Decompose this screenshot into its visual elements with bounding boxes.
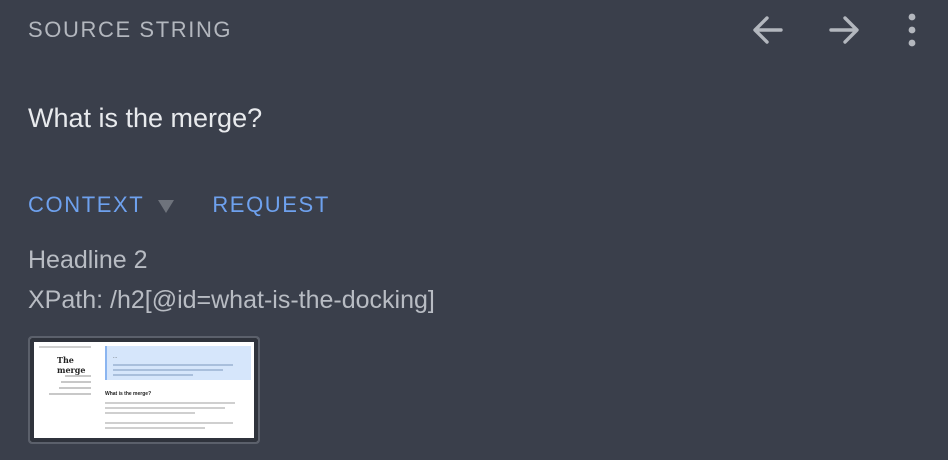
- thumbnail-banner-line: [113, 374, 193, 376]
- tabs: CONTEXT REQUEST: [28, 192, 330, 218]
- thumbnail-body-line: [105, 407, 225, 409]
- forward-button[interactable]: [824, 10, 864, 50]
- tab-context[interactable]: CONTEXT: [28, 192, 144, 218]
- more-vert-icon: [908, 13, 916, 47]
- more-options-button[interactable]: [902, 10, 922, 50]
- thumbnail-body-line: [105, 422, 233, 424]
- thumbnail-content: ... What is the merge?: [105, 346, 251, 435]
- arrow-right-icon: [829, 16, 859, 44]
- thumbnail-body-line: [105, 412, 195, 414]
- thumbnail-body-line: [105, 427, 205, 429]
- thumbnail-banner-title: ...: [113, 354, 118, 360]
- thumbnail-nav-line: [65, 375, 91, 377]
- thumbnail-nav-line: [59, 387, 91, 389]
- arrow-left-icon: [753, 16, 783, 44]
- header-label: SOURCE STRING: [28, 17, 233, 42]
- thumbnail-nav-line: [61, 381, 91, 383]
- toolbar: [748, 10, 922, 50]
- thumbnail-banner: ...: [105, 346, 251, 380]
- thumbnail-nav-line: [49, 393, 91, 395]
- tab-request[interactable]: REQUEST: [212, 192, 330, 218]
- thumbnail-banner-line: [113, 364, 233, 366]
- thumbnail-body-line: [105, 402, 235, 404]
- thumbnail-page-title: The merge: [57, 355, 86, 375]
- context-element-type: Headline 2: [28, 246, 148, 274]
- context-dropdown-caret-icon[interactable]: [158, 199, 175, 213]
- thumbnail-section-heading: What is the merge?: [105, 391, 152, 397]
- thumbnail-topbar: [39, 346, 91, 348]
- back-button[interactable]: [748, 10, 788, 50]
- thumbnail-banner-line: [113, 369, 223, 371]
- source-string-text: What is the merge?: [28, 103, 263, 133]
- context-xpath: XPath: /h2[@id=what-is-the-docking]: [28, 286, 435, 314]
- thumbnail-sidebar: The merge: [35, 343, 95, 437]
- thumbnail-page: The merge ... What is the merge?: [35, 343, 253, 437]
- context-screenshot-thumbnail[interactable]: The merge ... What is the merge?: [28, 336, 260, 444]
